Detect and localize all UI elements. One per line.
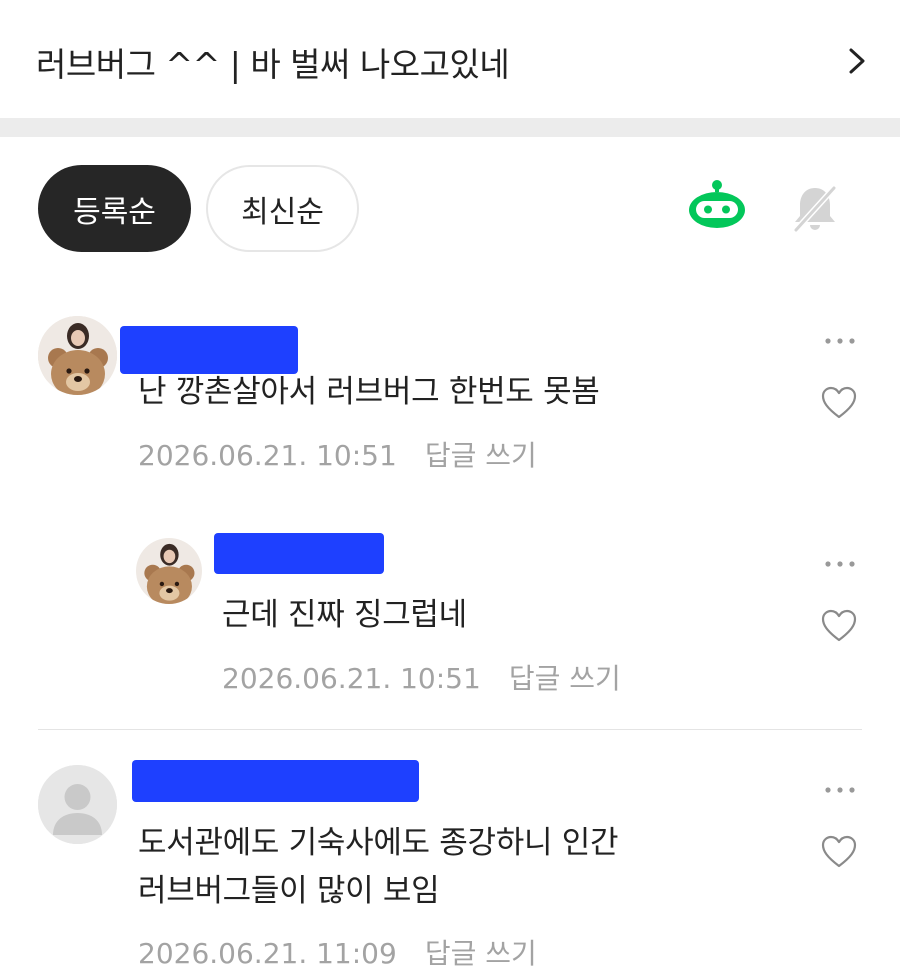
avatar[interactable] bbox=[38, 765, 117, 844]
more-horizontal-icon[interactable] bbox=[823, 336, 857, 346]
bell-off-icon[interactable] bbox=[790, 182, 840, 234]
reply-button[interactable]: 답글 쓰기 bbox=[425, 439, 537, 472]
sort-registered-button[interactable]: 등록순 bbox=[38, 165, 191, 252]
comment-text: 근데 진짜 징그럽네 bbox=[222, 597, 467, 633]
avatar[interactable] bbox=[38, 316, 117, 395]
more-horizontal-icon[interactable] bbox=[823, 785, 857, 795]
comment-date: 2026.06.21. 10:51 bbox=[222, 662, 481, 695]
chevron-right-icon[interactable] bbox=[842, 44, 872, 78]
avatar[interactable] bbox=[136, 538, 202, 604]
more-horizontal-icon[interactable] bbox=[823, 559, 857, 569]
post-header[interactable]: 러브버그 ^^ | 바 벌써 나오고있네 bbox=[0, 0, 900, 118]
comment-text: 난 깡촌살아서 러브버그 한번도 못봄 bbox=[138, 374, 600, 410]
teddy-avatar-icon bbox=[38, 316, 117, 395]
comment-meta: 2026.06.21. 10:51 답글 쓰기 bbox=[138, 434, 537, 474]
heart-outline-icon[interactable] bbox=[821, 609, 857, 643]
heart-outline-icon[interactable] bbox=[821, 835, 857, 869]
comment-date: 2026.06.21. 11:09 bbox=[138, 937, 397, 970]
default-user-icon bbox=[38, 765, 117, 844]
comment-meta: 2026.06.21. 10:51 답글 쓰기 bbox=[222, 657, 621, 697]
teddy-avatar-icon bbox=[136, 538, 202, 604]
comment-text: 도서관에도 기숙사에도 종강하니 인간 bbox=[138, 825, 619, 861]
redacted-username bbox=[132, 760, 419, 802]
sort-latest-button[interactable]: 최신순 bbox=[206, 165, 359, 252]
post-title: 러브버그 ^^ | 바 벌써 나오고있네 bbox=[36, 45, 510, 84]
comment-text-line2: 러브버그들이 많이 보임 bbox=[138, 873, 440, 909]
bot-icon[interactable] bbox=[687, 180, 747, 230]
reply-button[interactable]: 답글 쓰기 bbox=[509, 662, 621, 695]
heart-outline-icon[interactable] bbox=[821, 386, 857, 420]
reply-button[interactable]: 답글 쓰기 bbox=[425, 937, 537, 970]
comment-date: 2026.06.21. 10:51 bbox=[138, 439, 397, 472]
section-divider bbox=[0, 118, 900, 137]
comment-separator bbox=[38, 729, 862, 730]
redacted-username bbox=[214, 533, 384, 574]
comment-meta: 2026.06.21. 11:09 답글 쓰기 bbox=[138, 932, 537, 972]
